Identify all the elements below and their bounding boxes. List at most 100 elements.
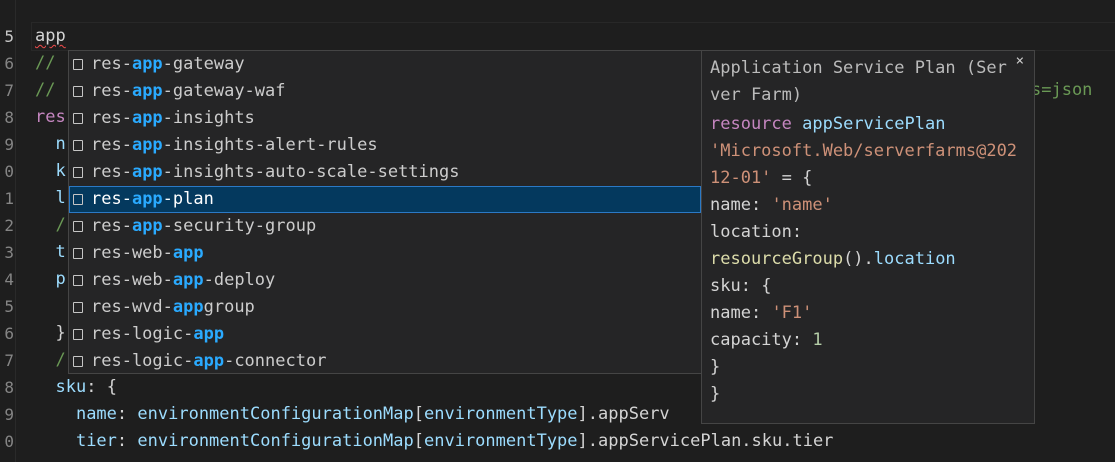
details-line: name: 'F1' <box>710 300 1026 327</box>
snippet-icon <box>73 275 83 286</box>
suggestion-text-suffix: -gateway-waf <box>162 81 286 101</box>
details-line: resource appServicePlan <box>710 111 1026 138</box>
snippet-icon <box>73 302 83 313</box>
suggestion-item[interactable]: res-app-insights-auto-scale-settings <box>69 159 701 186</box>
details-string: 'F1' <box>771 303 813 323</box>
code-comment: // <box>35 53 56 73</box>
suggestion-item[interactable]: res-app-insights <box>69 105 701 132</box>
suggestion-text-prefix: res-web- <box>91 270 173 290</box>
suggestion-item-selected[interactable]: res-app-plan <box>69 186 701 213</box>
code-brace: } <box>55 323 66 343</box>
suggestion-text-suffix: -plan <box>162 189 214 209</box>
code-line-active[interactable]: app <box>31 22 1115 51</box>
details-punct: : <box>791 330 813 350</box>
snippet-icon <box>73 248 83 259</box>
close-icon[interactable]: × <box>1016 53 1024 69</box>
punct: : <box>116 404 128 424</box>
line-number: 6 <box>4 54 14 73</box>
suggestion-match-highlight: app <box>131 135 163 155</box>
details-line: location: <box>710 219 1026 246</box>
snippet-icon <box>73 356 83 367</box>
code-key: n <box>55 134 66 154</box>
details-punct: } <box>710 384 721 404</box>
details-number: 1 <box>812 330 823 350</box>
suggestion-text-suffix: -insights-alert-rules <box>162 135 378 155</box>
line-number: 2 <box>4 216 14 235</box>
punct: ] <box>577 431 588 451</box>
line-number: 8 <box>4 378 14 397</box>
line-number: 7 <box>4 81 14 100</box>
suggestion-item[interactable]: res-app-gateway <box>69 51 701 78</box>
details-keyword: resource <box>710 114 792 134</box>
sku-key: sku <box>55 377 87 397</box>
details-string: 'name' <box>771 195 833 215</box>
punct: { <box>106 377 117 397</box>
details-line: } <box>710 354 1026 381</box>
suggestion-item[interactable]: res-app-security-group <box>69 213 701 240</box>
details-line: name: 'name' <box>710 192 1026 219</box>
line-number <box>0 0 14 23</box>
suggestion-text-prefix: res- <box>91 216 132 236</box>
suggestion-item[interactable]: res-web-app-deploy <box>69 267 701 294</box>
suggestion-item[interactable]: res-app-insights-alert-rules <box>69 132 701 159</box>
code-comment: / <box>55 350 66 370</box>
details-punct: : <box>750 195 772 215</box>
suggestion-text-prefix: res-logic- <box>91 351 194 371</box>
suggestion-match-highlight: app <box>131 162 163 182</box>
env-type: environmentType <box>424 404 578 424</box>
suggestion-text-suffix: -security-group <box>162 216 317 236</box>
details-punct: } <box>710 357 721 377</box>
line-number: 9 <box>4 405 14 424</box>
details-key: name <box>710 303 751 323</box>
details-function: resourceGroup <box>710 249 844 269</box>
details-key: name <box>710 195 751 215</box>
details-punct: = { <box>771 168 813 188</box>
details-line: resourceGroup().location <box>710 246 1026 273</box>
suggestion-match-highlight: app <box>131 108 163 128</box>
details-punct: : <box>791 222 803 242</box>
suggestion-match-highlight: app <box>131 81 163 101</box>
code-line[interactable] <box>35 0 1115 23</box>
snippet-icon <box>73 329 83 340</box>
details-line: sku: { <box>710 273 1026 300</box>
suggestion-match-highlight: app <box>172 297 204 317</box>
punct: ] <box>577 404 588 424</box>
punct: : <box>86 377 97 397</box>
suggestion-item[interactable]: res-web-app <box>69 240 701 267</box>
snippet-icon <box>73 221 83 232</box>
tier-tail: .appServicePlan.sku.tier <box>587 431 834 451</box>
suggestion-item[interactable]: res-app-gateway-waf <box>69 78 701 105</box>
suggestion-text-prefix: res- <box>91 81 132 101</box>
line-number: 1 <box>0 455 14 462</box>
name-key: name <box>75 404 117 424</box>
code-key: l <box>55 188 66 208</box>
line-number: 7 <box>4 351 14 370</box>
code-keyword: res <box>35 107 66 127</box>
line-number: 1 <box>4 189 14 208</box>
details-string: 12-01' <box>710 168 772 188</box>
suggestion-item[interactable]: res-logic-app-connector <box>69 348 701 373</box>
line-number: 5 <box>4 27 14 46</box>
snippet-icon <box>73 140 83 151</box>
suggestion-match-highlight: app <box>193 351 225 371</box>
suggestion-item[interactable]: res-wvd-appgroup <box>69 294 701 321</box>
suggestion-match-highlight: app <box>131 216 163 236</box>
suggestion-match-highlight: app <box>193 324 225 344</box>
line-number-gutter: 5 6 7 8 9 0 1 2 3 4 5 6 7 8 9 0 1 <box>0 0 14 462</box>
code-line[interactable]: tier: environmentConfigurationMap[enviro… <box>35 428 1115 455</box>
suggestion-text-suffix: -insights <box>162 108 255 128</box>
details-resource-name: appServicePlan <box>802 114 946 134</box>
typed-text[interactable]: app <box>35 26 66 46</box>
details-line: capacity: 1 <box>710 327 1026 354</box>
suggestion-text-prefix: res- <box>91 135 132 155</box>
suggestion-text-prefix: res- <box>91 189 132 209</box>
line-number: 8 <box>4 108 14 127</box>
details-punct: (). <box>843 249 874 269</box>
code-key: p <box>55 269 66 289</box>
suggestion-item[interactable]: res-logic-app <box>69 321 701 348</box>
details-key: capacity <box>710 330 792 350</box>
code-editor[interactable]: 56789012345678901 app // //s=json res n … <box>0 0 1115 462</box>
suggestion-list[interactable]: res-app-gateway res-app-gateway-waf res-ap… <box>68 50 702 374</box>
env-map: environmentConfigurationMap <box>137 431 414 451</box>
punct: : <box>116 431 128 451</box>
